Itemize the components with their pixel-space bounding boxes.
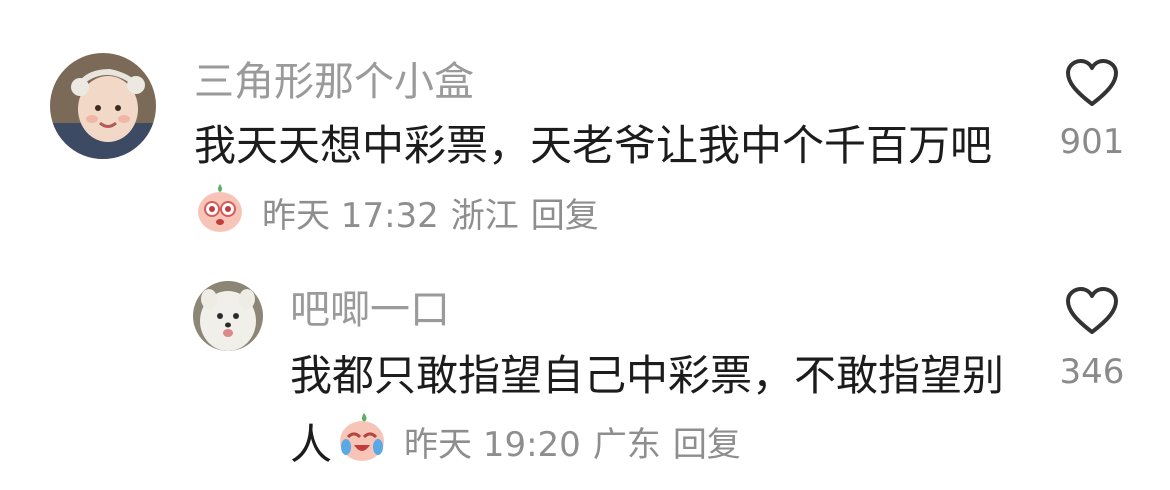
comment-text: 我天天想中彩票，天老爷让我中个千百万吧 [194, 121, 993, 170]
comment-location: 浙江 [450, 195, 519, 236]
like-button[interactable]: 346 [1032, 286, 1152, 392]
comment-time: 昨天 19:20 [404, 424, 581, 465]
like-count: 901 [1059, 122, 1125, 162]
comment-location: 广东 [592, 424, 661, 465]
comment-author[interactable]: 吧唧一口 [290, 286, 450, 334]
crying-laugh-peach-emoji-icon [336, 411, 388, 472]
comment-meta: 昨天 17:32 浙江 回复 [194, 183, 611, 238]
comment-author[interactable]: 三角形那个小盒 [194, 58, 474, 106]
comment-text: 我都只敢指望自己中彩票，不敢指望别 [290, 351, 1005, 400]
comment-meta: 人 昨天 19:20 广东 回复 [290, 412, 753, 469]
heart-icon[interactable] [1032, 286, 1152, 340]
like-button[interactable]: 901 [1032, 58, 1152, 162]
comment-time: 昨天 17:32 [262, 195, 439, 236]
avatar[interactable] [50, 53, 156, 159]
peach-face-emoji-icon [194, 182, 246, 243]
comment-text-continued: 人 [290, 419, 333, 469]
like-count: 346 [1059, 352, 1125, 392]
reply-button[interactable]: 回复 [673, 417, 741, 466]
heart-icon[interactable] [1032, 58, 1152, 112]
avatar[interactable] [193, 281, 263, 351]
reply-button[interactable]: 回复 [531, 188, 599, 237]
